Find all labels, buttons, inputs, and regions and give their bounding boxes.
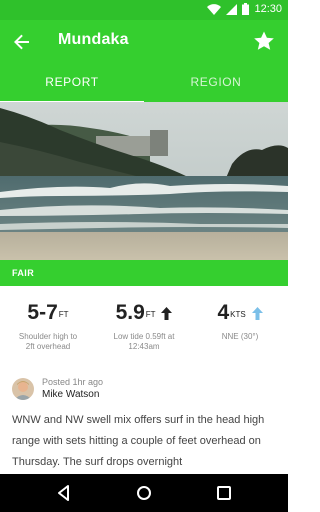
wind-direction-arrow-icon — [251, 307, 263, 320]
status-icons: 12:30 — [207, 3, 282, 15]
wifi-icon — [207, 3, 222, 15]
tide-rising-arrow-icon — [161, 307, 173, 320]
back-arrow-icon — [14, 34, 29, 50]
tide-value: 5.9 — [115, 301, 145, 324]
favorite-button[interactable] — [252, 29, 276, 53]
nav-back-button[interactable] — [55, 484, 73, 502]
battery-icon — [242, 3, 250, 15]
tab-region[interactable]: REGION — [144, 64, 288, 102]
forecaster-photo-icon — [12, 378, 34, 400]
wave-caption-line1: Shoulder high to — [18, 332, 78, 341]
surf-cam-image[interactable] — [0, 102, 288, 260]
rating-label: FAIR — [12, 268, 35, 278]
surf-scene-illustration — [0, 102, 288, 260]
nav-recents-button[interactable] — [215, 484, 233, 502]
tab-report[interactable]: REPORT — [0, 64, 144, 104]
tab-bar: REPORT REGION — [0, 64, 288, 104]
post-author[interactable]: Mike Watson — [42, 389, 99, 400]
tide-caption: Low tide 0.59ft at 12:43am — [96, 332, 192, 352]
post-timestamp: Posted 1hr ago — [42, 377, 104, 387]
nav-home-circle-icon — [137, 486, 151, 500]
wind-stat: 4KTS NNE (30°) — [192, 300, 288, 362]
wave-caption-line2: 2ft overhead — [25, 342, 71, 351]
wave-height-unit: FT — [58, 310, 69, 319]
forecast-text: WNW and NW swell mix offers surf in the … — [12, 414, 265, 468]
app-bar: Mundaka — [0, 20, 288, 64]
tide-stat: 5.9FT Low tide 0.59ft at 12:43am — [96, 300, 192, 362]
conditions-summary: 5-7FT Shoulder high to 2ft overhead 5.9F… — [0, 300, 288, 362]
wave-height-value: 5-7 — [27, 301, 58, 324]
nav-back-triangle-icon — [58, 485, 69, 501]
avatar[interactable] — [12, 378, 34, 400]
forecaster-post-header: Posted 1hr ago Mike Watson — [12, 376, 276, 404]
cell-signal-icon — [226, 3, 238, 15]
page-title: Mundaka — [58, 31, 129, 48]
wave-height-stat: 5-7FT Shoulder high to 2ft overhead — [0, 300, 96, 362]
status-bar: 12:30 — [0, 0, 288, 20]
back-button[interactable] — [10, 30, 34, 54]
clock: 12:30 — [254, 3, 282, 15]
nav-recents-square-icon — [217, 486, 231, 500]
nav-home-button[interactable] — [135, 484, 153, 502]
wind-caption: NNE (30°) — [192, 332, 288, 342]
tide-caption-line1: Low tide 0.59ft at — [113, 332, 175, 341]
wind-speed-value: 4 — [217, 301, 230, 324]
star-icon — [254, 31, 274, 50]
tide-unit: FT — [145, 310, 156, 319]
wave-height-caption: Shoulder high to 2ft overhead — [0, 332, 96, 352]
surf-rating-bar: FAIR — [0, 260, 288, 286]
tide-caption-line2: 12:43am — [128, 342, 160, 351]
wind-speed-unit: KTS — [230, 310, 246, 319]
wind-caption-line1: NNE (30°) — [221, 332, 259, 341]
system-nav-bar — [0, 474, 288, 512]
